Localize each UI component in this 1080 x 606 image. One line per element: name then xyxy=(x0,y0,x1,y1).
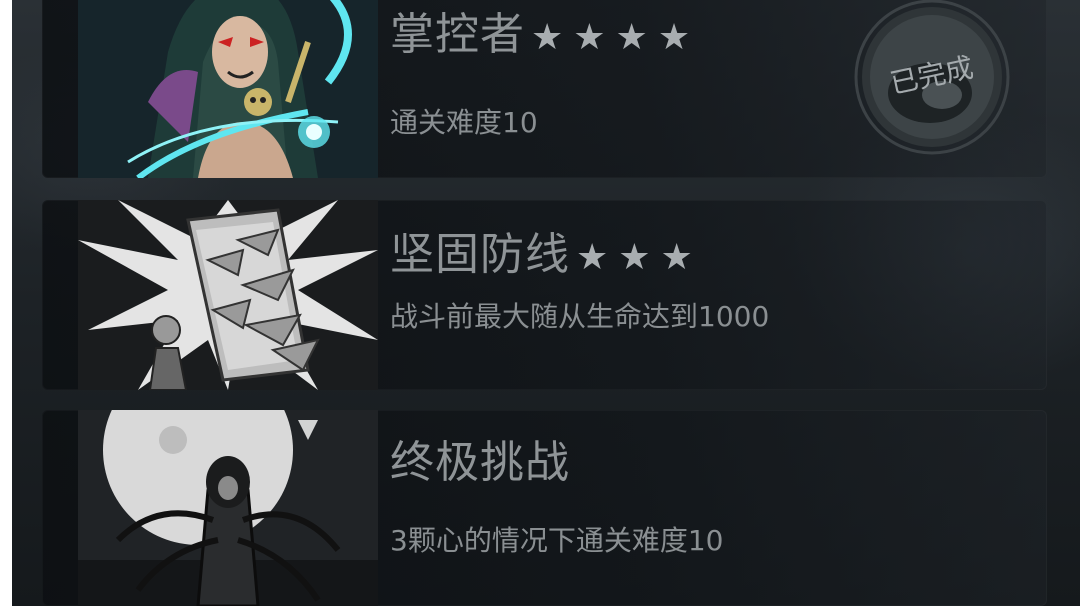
achievement-description: 战斗前最大随从生命达到1000 xyxy=(390,300,770,333)
achievement-art-moon-spider xyxy=(78,410,378,606)
achievement-description: 通关难度10 xyxy=(390,106,538,139)
achievement-card-defense[interactable]: 坚固防线 ★★★ 战斗前最大随从生命达到1000 xyxy=(42,200,1047,390)
star-rating: ★★★★ xyxy=(531,17,701,58)
completed-stamp-badge: 已完成 xyxy=(852,0,1012,157)
achievement-card-controller[interactable]: 掌控者 ★★★★ 通关难度10 已完成 xyxy=(42,0,1047,178)
achievement-art-sorceress xyxy=(78,0,378,178)
achievement-title: 坚固防线 ★★★ xyxy=(390,229,703,280)
achievement-art-spiked-shield xyxy=(78,200,378,390)
achievement-panel: 掌控者 ★★★★ 通关难度10 已完成 坚固防线 ★★★ 战斗前最大随从生命达到… xyxy=(12,0,1080,606)
achievement-title: 终极挑战 xyxy=(390,437,570,488)
achievement-title: 掌控者 ★★★★ xyxy=(390,9,701,60)
star-rating: ★★★ xyxy=(576,237,703,278)
achievement-card-ultimate-challenge[interactable]: 终极挑战 3颗心的情况下通关难度10 xyxy=(42,410,1047,606)
achievement-description: 3颗心的情况下通关难度10 xyxy=(390,524,724,557)
